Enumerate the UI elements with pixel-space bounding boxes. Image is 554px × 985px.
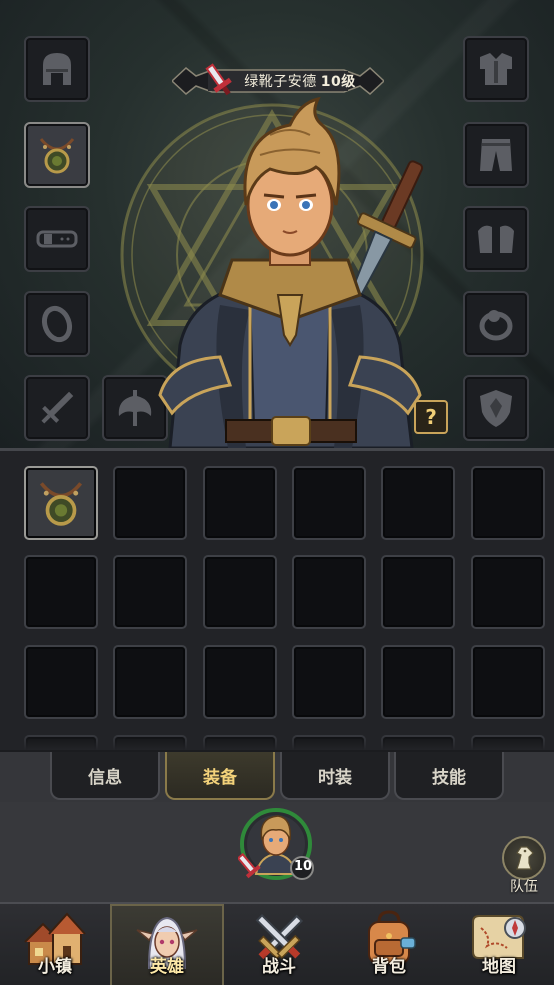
inventory-slot[interactable]: [381, 555, 455, 629]
tab-fashion[interactable]: 时装: [280, 752, 390, 800]
shield-slot[interactable]: [463, 375, 529, 441]
hero-display: 绿靴子安德 10级 ?: [0, 0, 554, 448]
nav-battle[interactable]: 战斗: [224, 904, 334, 985]
inventory-grid: [0, 448, 554, 750]
bottom-navigation: 小镇 英雄 战斗 背包 地图: [0, 902, 554, 985]
nav-hero-label: 英雄: [150, 957, 184, 977]
belt-icon: [36, 230, 78, 248]
inventory-slot[interactable]: [203, 645, 277, 719]
nav-hero[interactable]: 英雄: [110, 904, 224, 985]
amulet-icon: [39, 482, 83, 526]
inventory-scroll-fade: [0, 730, 554, 750]
amulet-slot[interactable]: [24, 122, 90, 188]
chest-armor-slot[interactable]: [463, 36, 529, 102]
helmet-icon: [43, 53, 71, 85]
weapon-slot[interactable]: [24, 375, 90, 441]
team-bar: 10 队伍: [0, 802, 554, 902]
nav-battle-label: 战斗: [262, 957, 296, 977]
inventory-slot[interactable]: [292, 645, 366, 719]
ring-slot-right[interactable]: [463, 291, 529, 357]
chess-knight-icon: [516, 846, 534, 870]
help-button[interactable]: ?: [414, 400, 448, 434]
hero-name: 绿靴子安德: [244, 74, 317, 90]
inventory-slot[interactable]: [113, 466, 187, 540]
inventory-slot[interactable]: [113, 645, 187, 719]
ring-slot-left[interactable]: [24, 291, 90, 357]
inventory-slot[interactable]: [24, 645, 98, 719]
pants-slot[interactable]: [463, 122, 529, 188]
inventory-slot[interactable]: [381, 645, 455, 719]
inventory-slot[interactable]: [203, 466, 277, 540]
tab-info[interactable]: 信息: [50, 752, 160, 800]
hero-level: 10级: [320, 74, 356, 90]
hero-name-level: 绿靴子安德 10级: [244, 71, 355, 91]
inventory-slot[interactable]: [24, 555, 98, 629]
helmet-slot[interactable]: [24, 36, 90, 102]
nav-map[interactable]: 地图: [444, 904, 554, 985]
ring-icon: [41, 305, 73, 343]
nav-backpack[interactable]: 背包: [334, 904, 444, 985]
gauntlets-icon: [478, 225, 514, 253]
inventory-slot[interactable]: [471, 555, 545, 629]
team-button[interactable]: 队伍: [498, 836, 550, 900]
inventory-slot[interactable]: [471, 645, 545, 719]
team-label: 队伍: [510, 879, 538, 895]
inventory-slot[interactable]: [381, 466, 455, 540]
nav-town-label: 小镇: [38, 957, 72, 977]
nav-map-label: 地图: [482, 957, 516, 977]
gauntlets-slot[interactable]: [463, 206, 529, 272]
amulet-icon: [39, 138, 75, 174]
nav-backpack-label: 背包: [372, 957, 406, 977]
tab-equipment[interactable]: 装备: [165, 752, 275, 800]
tab-skills[interactable]: 技能: [394, 752, 504, 800]
hero-character-image: [158, 96, 424, 448]
chest-armor-icon: [480, 53, 512, 85]
inventory-slot[interactable]: [203, 555, 277, 629]
belt-slot[interactable]: [24, 206, 90, 272]
ring-icon: [479, 310, 513, 341]
hero-tabs: 信息 装备 时装 技能: [0, 750, 554, 802]
shield-icon: [480, 390, 512, 427]
nav-town[interactable]: 小镇: [0, 904, 110, 985]
inventory-slot[interactable]: [292, 555, 366, 629]
sword-icon: [41, 391, 74, 424]
inventory-slot[interactable]: [24, 466, 98, 540]
inventory-slot[interactable]: [292, 466, 366, 540]
hero-portrait-level: 10: [293, 859, 313, 874]
inventory-slot[interactable]: [471, 466, 545, 540]
inventory-slot[interactable]: [113, 555, 187, 629]
pants-icon: [480, 139, 512, 171]
